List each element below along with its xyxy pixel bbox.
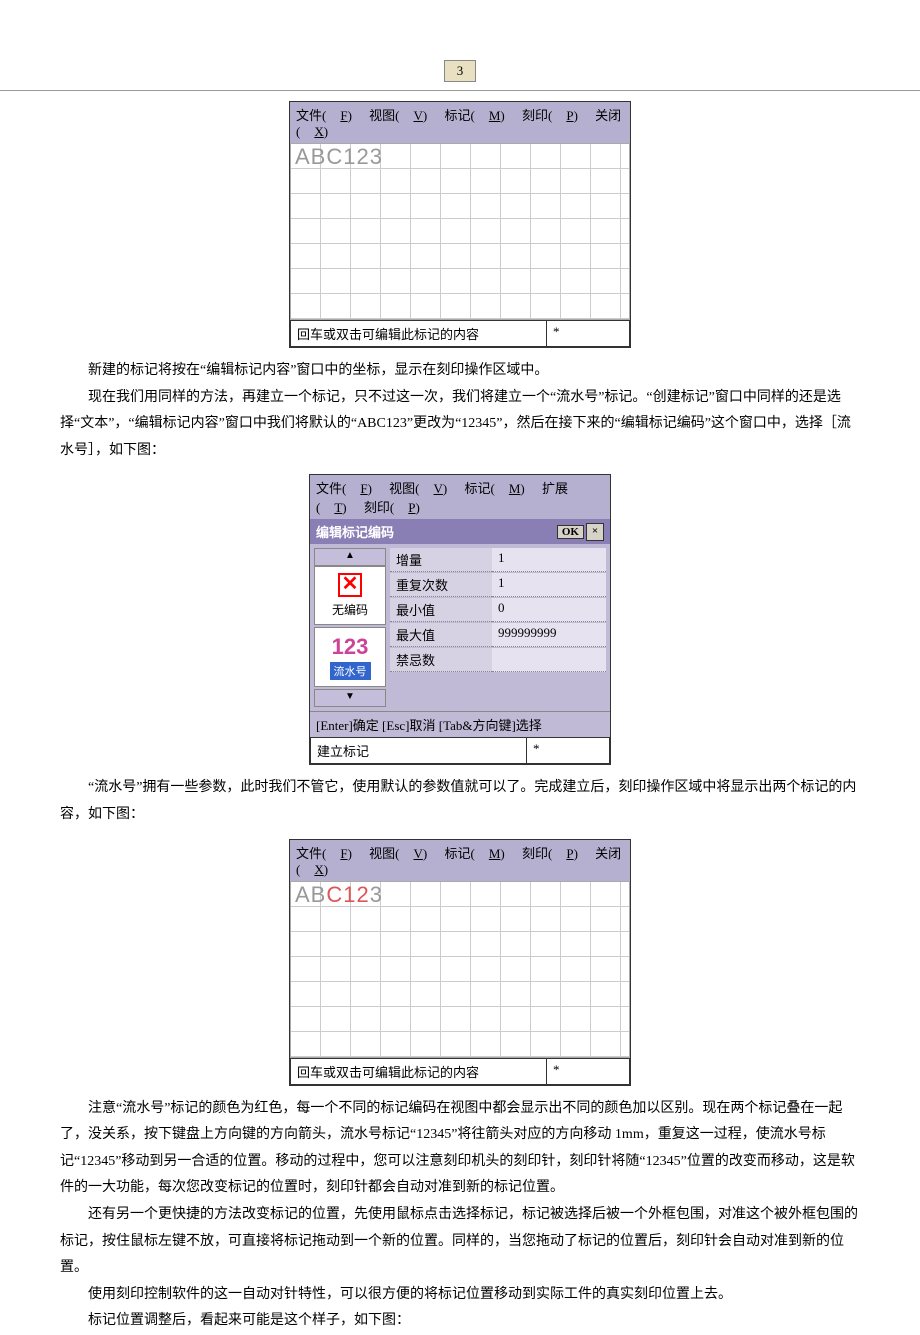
- menu-mark[interactable]: 标记(M): [445, 846, 505, 861]
- paragraph-7: 标记位置调整后，看起来可能是这个样子，如下图：: [60, 1308, 860, 1335]
- param-table: 增量1 重复次数1 最小值0 最大值999999999 禁忌数: [390, 548, 606, 707]
- param-label: 增量: [390, 548, 492, 572]
- paragraph-2: 现在我们用同样的方法，再建立一个标记，只不过这一次，我们将建立一个“流水号”标记…: [60, 385, 860, 465]
- encoding-sidebar: ▲ ✕ 无编码 123 流水号 ▼: [314, 548, 386, 707]
- encoding-label-serial: 流水号: [330, 662, 371, 680]
- scroll-down-icon[interactable]: ▼: [314, 689, 386, 707]
- status-message: 回车或双击可编辑此标记的内容: [291, 321, 547, 346]
- serial-icon: 123: [317, 634, 383, 660]
- menubar: 文件(F) 视图(V) 标记(M) 扩展(T) 刻印(P): [310, 475, 610, 519]
- dialog-title: 编辑标记编码: [316, 522, 394, 541]
- dialog-body: ▲ ✕ 无编码 123 流水号 ▼ 增量1 重复次数1 最小值0 最大值9999…: [310, 544, 610, 711]
- status-indicator: *: [547, 321, 629, 346]
- screenshot-3: 文件(F) 视图(V) 标记(M) 刻印(P) 关闭(X) ABC123 回车或…: [289, 839, 631, 1086]
- paragraph-3: “流水号”拥有一些参数，此时我们不管它，使用默认的参数值就可以了。完成建立后，刻…: [60, 775, 860, 828]
- menubar: 文件(F) 视图(V) 标记(M) 刻印(P) 关闭(X): [290, 102, 630, 143]
- close-icon[interactable]: ×: [586, 523, 604, 541]
- horizontal-rule: [0, 90, 920, 91]
- menu-view[interactable]: 视图(V): [369, 108, 427, 123]
- mark-text-abc123[interactable]: ABC123: [295, 882, 383, 908]
- mark-text-12345-overlay[interactable]: C12: [326, 882, 369, 907]
- param-value[interactable]: 0: [492, 598, 606, 622]
- param-value[interactable]: 999999999: [492, 623, 606, 647]
- menu-print[interactable]: 刻印(P): [522, 846, 578, 861]
- encoding-label-none: 无编码: [317, 601, 383, 618]
- status-message: 回车或双击可编辑此标记的内容: [291, 1059, 547, 1084]
- param-value[interactable]: 1: [492, 548, 606, 572]
- param-label: 最小值: [390, 598, 492, 622]
- param-row: 重复次数1: [390, 573, 606, 597]
- menu-mark[interactable]: 标记(M): [465, 481, 525, 496]
- param-label: 禁忌数: [390, 648, 492, 672]
- dialog-titlebar: 编辑标记编码 OK ×: [310, 519, 610, 544]
- menubar: 文件(F) 视图(V) 标记(M) 刻印(P) 关闭(X): [290, 840, 630, 881]
- encoding-option-none[interactable]: ✕ 无编码: [314, 566, 386, 625]
- scroll-up-icon[interactable]: ▲: [314, 548, 386, 566]
- menu-view[interactable]: 视图(V): [389, 481, 447, 496]
- statusbar: 建立标记 *: [310, 737, 610, 764]
- dialog-hint: [Enter]确定 [Esc]取消 [Tab&方向键]选择: [310, 711, 610, 737]
- menu-print[interactable]: 刻印(P): [522, 108, 578, 123]
- statusbar: 回车或双击可编辑此标记的内容 *: [290, 320, 630, 347]
- param-row: 禁忌数: [390, 648, 606, 672]
- menu-file[interactable]: 文件(F): [296, 846, 352, 861]
- param-row: 最小值0: [390, 598, 606, 622]
- paragraph-4: 注意“流水号”标记的颜色为红色，每一个不同的标记编码在视图中都会显示出不同的颜色…: [60, 1096, 860, 1202]
- page-number-tab: 3: [444, 60, 476, 82]
- status-indicator: *: [547, 1059, 629, 1084]
- x-icon: ✕: [338, 573, 362, 597]
- menu-view[interactable]: 视图(V): [369, 846, 427, 861]
- mark-canvas[interactable]: ABC123: [290, 881, 630, 1058]
- param-value[interactable]: [492, 648, 606, 672]
- param-value[interactable]: 1: [492, 573, 606, 597]
- paragraph-6: 使用刻印控制软件的这一自动对针特性，可以很方便的将标记位置移动到实际工件的真实刻…: [60, 1282, 860, 1309]
- param-label: 最大值: [390, 623, 492, 647]
- param-label: 重复次数: [390, 573, 492, 597]
- mark-text-abc123[interactable]: ABC123: [295, 144, 383, 170]
- encoding-option-serial[interactable]: 123 流水号: [314, 627, 386, 687]
- menu-print[interactable]: 刻印(P): [364, 500, 420, 515]
- mark-canvas[interactable]: ABC123: [290, 143, 630, 320]
- menu-file[interactable]: 文件(F): [296, 108, 352, 123]
- status-message: 建立标记: [311, 738, 527, 763]
- menu-file[interactable]: 文件(F): [316, 481, 372, 496]
- paragraph-1: 新建的标记将按在“编辑标记内容”窗口中的坐标，显示在刻印操作区域中。: [60, 358, 860, 385]
- param-row: 增量1: [390, 548, 606, 572]
- screenshot-2: 文件(F) 视图(V) 标记(M) 扩展(T) 刻印(P) 编辑标记编码 OK …: [309, 474, 611, 765]
- menu-mark[interactable]: 标记(M): [445, 108, 505, 123]
- status-indicator: *: [527, 738, 609, 763]
- screenshot-1: 文件(F) 视图(V) 标记(M) 刻印(P) 关闭(X) ABC123 回车或…: [289, 101, 631, 348]
- statusbar: 回车或双击可编辑此标记的内容 *: [290, 1058, 630, 1085]
- param-row: 最大值999999999: [390, 623, 606, 647]
- ok-button[interactable]: OK: [557, 525, 584, 539]
- paragraph-5: 还有另一个更快捷的方法改变标记的位置，先使用鼠标点击选择标记，标记被选择后被一个…: [60, 1202, 860, 1282]
